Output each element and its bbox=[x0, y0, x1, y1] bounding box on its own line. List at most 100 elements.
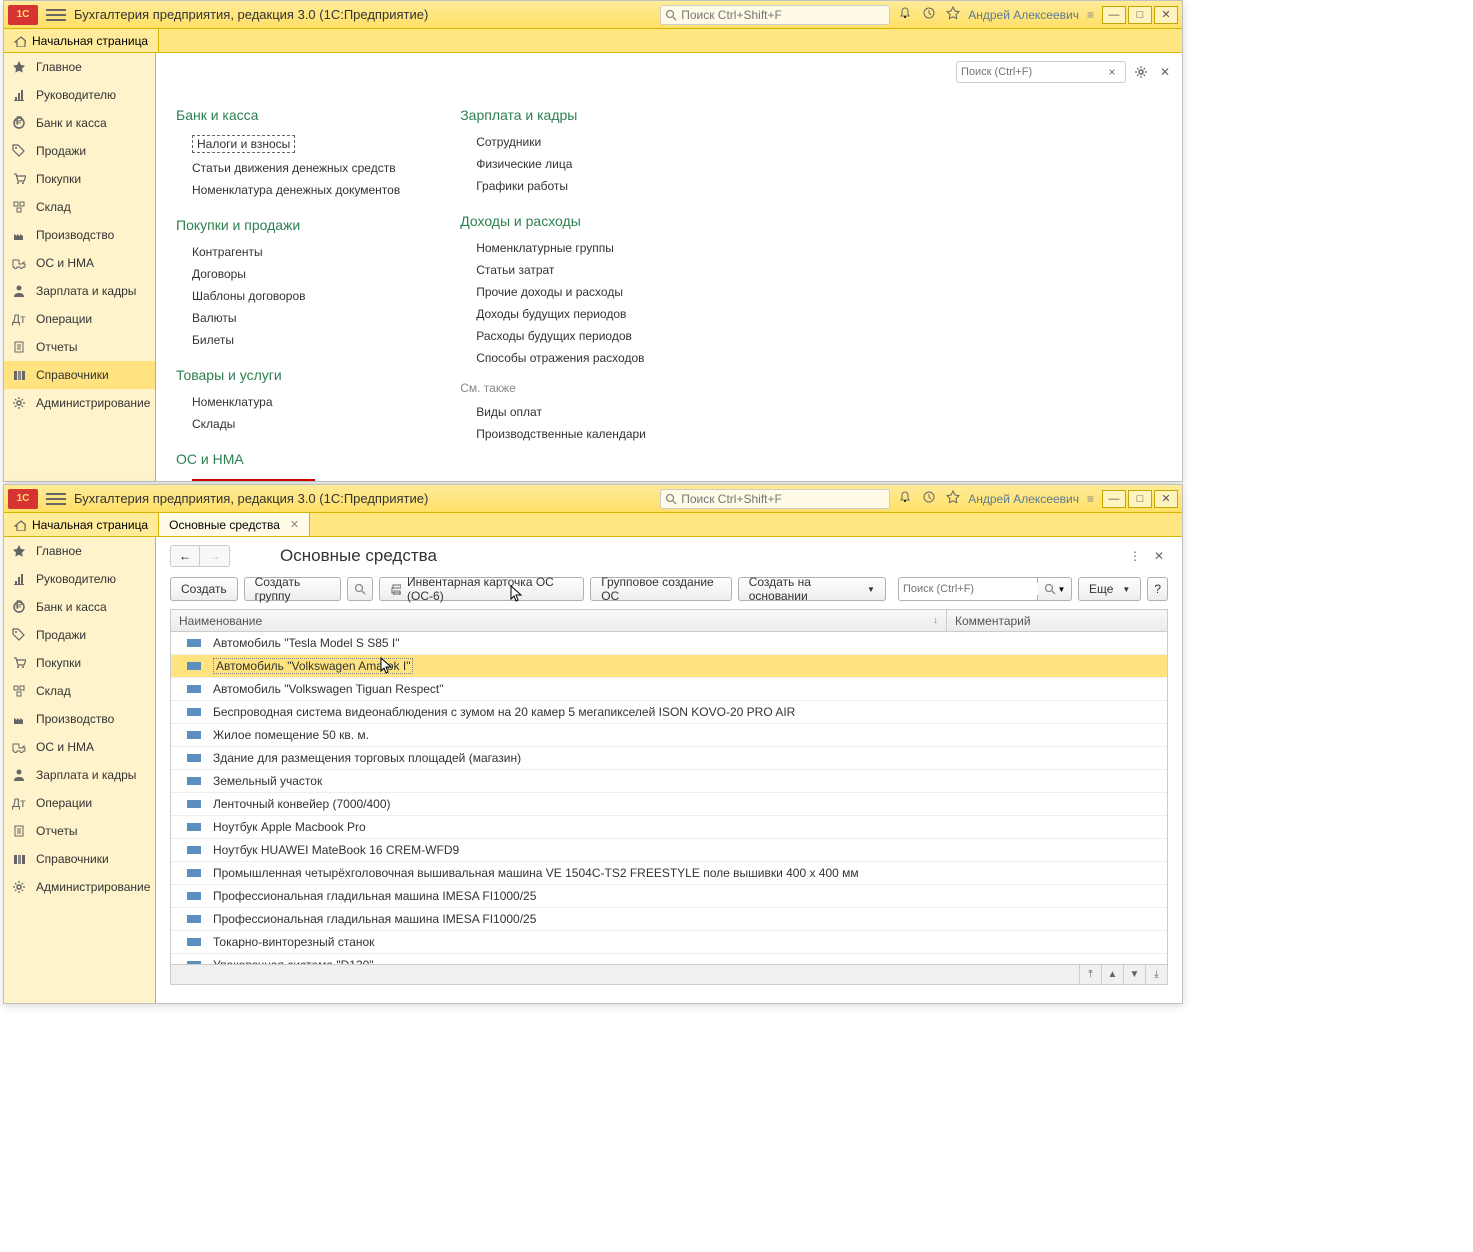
print-card-button[interactable]: Инвентарная карточка ОС (ОС-6) bbox=[379, 577, 584, 601]
global-search-input[interactable] bbox=[681, 8, 885, 22]
sidebar-item-администрирование[interactable]: Администрирование bbox=[4, 389, 155, 417]
sidebar-item-отчеты[interactable]: Отчеты bbox=[4, 333, 155, 361]
history-icon[interactable] bbox=[922, 490, 936, 507]
nav-link[interactable]: Контрагенты bbox=[176, 243, 400, 261]
create-based-button[interactable]: Создать на основании▼ bbox=[738, 577, 886, 601]
content-search-input[interactable] bbox=[961, 66, 1103, 78]
history-icon[interactable] bbox=[922, 6, 936, 23]
nav-link[interactable]: Расходы будущих периодов bbox=[460, 327, 646, 345]
bell-icon[interactable] bbox=[898, 6, 912, 23]
global-search-input[interactable] bbox=[681, 492, 885, 506]
favorite-icon[interactable] bbox=[946, 490, 960, 507]
panel-settings-icon[interactable]: ≡ bbox=[1087, 8, 1094, 22]
global-search[interactable] bbox=[660, 489, 890, 509]
sidebar-item-главное[interactable]: Главное bbox=[4, 537, 155, 565]
sidebar-item-зарплата-и-кадры[interactable]: Зарплата и кадры bbox=[4, 277, 155, 305]
nav-link[interactable]: Производственные календари bbox=[460, 425, 646, 443]
user-name[interactable]: Андрей Алексеевич bbox=[968, 8, 1079, 22]
back-button[interactable]: ← bbox=[170, 545, 200, 567]
nav-link[interactable]: Билеты bbox=[176, 331, 400, 349]
sidebar-item-склад[interactable]: Склад bbox=[4, 677, 155, 705]
favorite-icon[interactable] bbox=[946, 6, 960, 23]
scroll-bottom-button[interactable]: ⤓ bbox=[1145, 965, 1167, 984]
content-search[interactable]: × bbox=[956, 61, 1126, 83]
sidebar-item-покупки[interactable]: Покупки bbox=[4, 165, 155, 193]
nav-link[interactable]: Основные средства bbox=[176, 477, 400, 481]
sidebar-item-зарплата-и-кадры[interactable]: Зарплата и кадры bbox=[4, 761, 155, 789]
table-row[interactable]: Автомобиль "Volkswagen Tiguan Respect" bbox=[171, 678, 1167, 701]
create-group-button[interactable]: Создать группу bbox=[244, 577, 342, 601]
table-row[interactable]: Ноутбук Apple Macbook Pro bbox=[171, 816, 1167, 839]
close-button[interactable]: ✕ bbox=[1154, 6, 1178, 24]
tab-home[interactable]: Начальная страница bbox=[4, 29, 159, 52]
close-panel-icon[interactable]: ✕ bbox=[1156, 63, 1174, 81]
table-row[interactable]: Беспроводная система видеонаблюдения с з… bbox=[171, 701, 1167, 724]
table-row[interactable]: Автомобиль "Tesla Model S S85 I" bbox=[171, 632, 1167, 655]
close-button[interactable]: ✕ bbox=[1154, 490, 1178, 508]
nav-link[interactable]: Статьи затрат bbox=[460, 261, 646, 279]
sidebar-item-продажи[interactable]: Продажи bbox=[4, 137, 155, 165]
table-row[interactable]: Здание для размещения торговых площадей … bbox=[171, 747, 1167, 770]
sidebar-item-ос-и-нма[interactable]: ОС и НМА bbox=[4, 733, 155, 761]
table-row[interactable]: Ленточный конвейер (7000/400) bbox=[171, 793, 1167, 816]
list-search[interactable]: × bbox=[898, 577, 1038, 601]
nav-link[interactable]: Прочие доходы и расходы bbox=[460, 283, 646, 301]
sidebar-item-продажи[interactable]: Продажи bbox=[4, 621, 155, 649]
table-row[interactable]: Жилое помещение 50 кв. м. bbox=[171, 724, 1167, 747]
table-row[interactable]: Токарно-винторезный станок bbox=[171, 931, 1167, 954]
nav-link[interactable]: Статьи движения денежных средств bbox=[176, 159, 400, 177]
nav-link[interactable]: Способы отражения расходов bbox=[460, 349, 646, 367]
table-row[interactable]: Автомобиль "Volkswagen Amarok I" bbox=[171, 655, 1167, 678]
minimize-button[interactable]: — bbox=[1102, 490, 1126, 508]
panel-settings-icon[interactable]: ≡ bbox=[1087, 492, 1094, 506]
nav-link[interactable]: Доходы будущих периодов bbox=[460, 305, 646, 323]
tab-home[interactable]: Начальная страница bbox=[4, 513, 159, 536]
tab-osnovnye-sredstva[interactable]: Основные средства ✕ bbox=[159, 513, 310, 536]
sidebar-item-ос-и-нма[interactable]: ОС и НМА bbox=[4, 249, 155, 277]
sidebar-item-главное[interactable]: Главное bbox=[4, 53, 155, 81]
sidebar-item-руководителю[interactable]: Руководителю bbox=[4, 565, 155, 593]
main-menu-icon[interactable] bbox=[46, 5, 66, 25]
maximize-button[interactable]: □ bbox=[1128, 6, 1152, 24]
nav-link[interactable]: Сотрудники bbox=[460, 133, 646, 151]
sidebar-item-отчеты[interactable]: Отчеты bbox=[4, 817, 155, 845]
user-name[interactable]: Андрей Алексеевич bbox=[968, 492, 1079, 506]
nav-link[interactable]: Налоги и взносы bbox=[176, 133, 400, 155]
sidebar-item-склад[interactable]: Склад bbox=[4, 193, 155, 221]
bell-icon[interactable] bbox=[898, 490, 912, 507]
sidebar-item-справочники[interactable]: Справочники bbox=[4, 361, 155, 389]
search-button[interactable]: ▼ bbox=[1038, 577, 1072, 601]
sidebar-item-производство[interactable]: Производство bbox=[4, 705, 155, 733]
sidebar-item-операции[interactable]: Операции bbox=[4, 305, 155, 333]
nav-link[interactable]: Графики работы bbox=[460, 177, 646, 195]
main-menu-icon[interactable] bbox=[46, 489, 66, 509]
table-row[interactable]: Профессиональная гладильная машина IMESA… bbox=[171, 885, 1167, 908]
nav-link[interactable]: Валюты bbox=[176, 309, 400, 327]
nav-link[interactable]: Физические лица bbox=[460, 155, 646, 173]
column-header-name[interactable]: Наименование ↓ bbox=[171, 610, 947, 631]
sidebar-item-банк-и-касса[interactable]: Банк и касса bbox=[4, 593, 155, 621]
sidebar-item-операции[interactable]: Операции bbox=[4, 789, 155, 817]
scroll-up-button[interactable]: ▲ bbox=[1101, 965, 1123, 984]
find-button[interactable] bbox=[347, 577, 373, 601]
table-row[interactable]: Земельный участок bbox=[171, 770, 1167, 793]
nav-link[interactable]: Номенклатура денежных документов bbox=[176, 181, 400, 199]
sidebar-item-руководителю[interactable]: Руководителю bbox=[4, 81, 155, 109]
nav-link[interactable]: Договоры bbox=[176, 265, 400, 283]
tab-close-icon[interactable]: ✕ bbox=[290, 518, 299, 531]
sidebar-item-банк-и-касса[interactable]: Банк и касса bbox=[4, 109, 155, 137]
nav-link[interactable]: Шаблоны договоров bbox=[176, 287, 400, 305]
forward-button[interactable]: → bbox=[200, 545, 230, 567]
close-form-icon[interactable]: ✕ bbox=[1150, 547, 1168, 565]
nav-link[interactable]: Склады bbox=[176, 415, 400, 433]
nav-link[interactable]: Виды оплат bbox=[460, 403, 646, 421]
table-row[interactable]: Ноутбук HUAWEI MateBook 16 CREM-WFD9 bbox=[171, 839, 1167, 862]
nav-link[interactable]: Номенклатура bbox=[176, 393, 400, 411]
settings-icon[interactable] bbox=[1132, 63, 1150, 81]
column-header-comment[interactable]: Комментарий bbox=[947, 610, 1167, 631]
sidebar-item-производство[interactable]: Производство bbox=[4, 221, 155, 249]
table-row[interactable]: Промышленная четырёхголовочная вышивальн… bbox=[171, 862, 1167, 885]
scroll-down-button[interactable]: ▼ bbox=[1123, 965, 1145, 984]
more-button[interactable]: Еще▼ bbox=[1078, 577, 1141, 601]
sidebar-item-справочники[interactable]: Справочники bbox=[4, 845, 155, 873]
